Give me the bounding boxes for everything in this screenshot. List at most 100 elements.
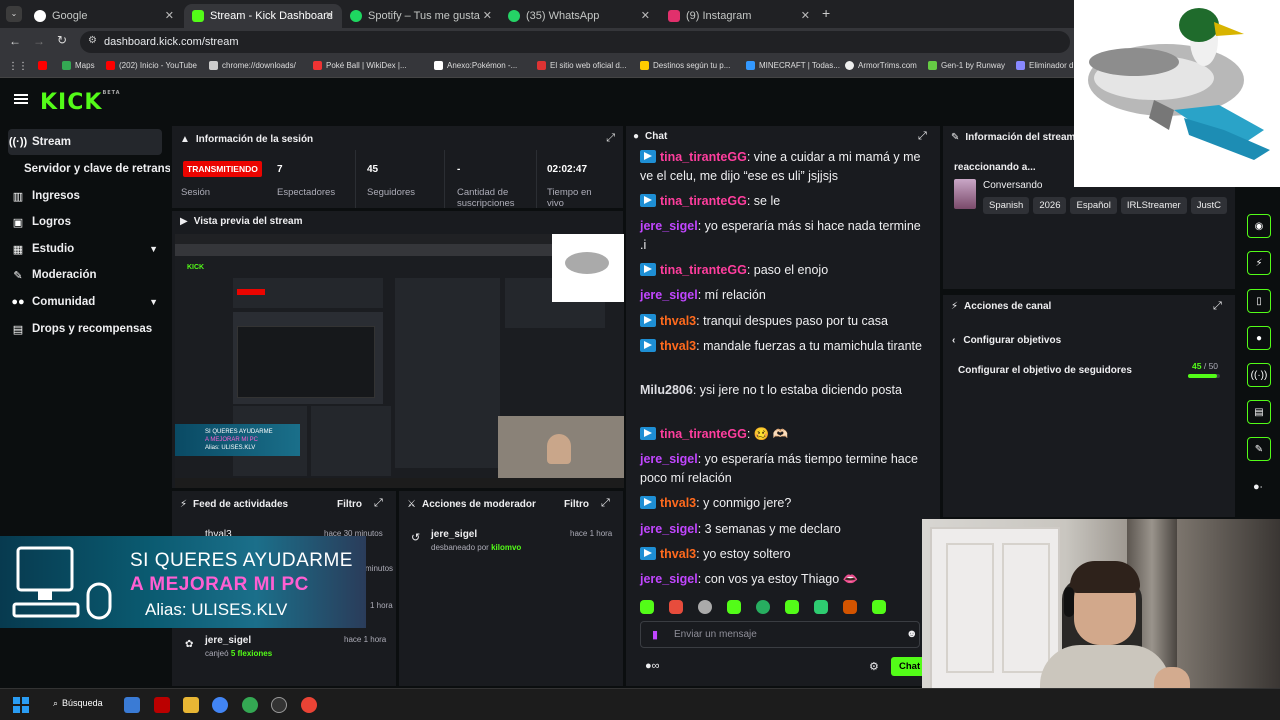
sidebar-item-comunidad[interactable]: ●● Comunidad ▼ xyxy=(8,289,162,315)
mic-icon[interactable]: ▮ xyxy=(652,628,658,641)
chat-send-button[interactable]: Chat xyxy=(891,657,925,676)
chat-username[interactable]: thval3 xyxy=(660,547,696,561)
emote-icon[interactable] xyxy=(669,600,683,614)
expand-icon[interactable]: ⤢ xyxy=(918,130,927,143)
chat-username[interactable]: jere_sigel xyxy=(640,572,698,586)
chat-username[interactable]: thval3 xyxy=(660,496,696,510)
kick-logo[interactable]: KICKBETA xyxy=(40,90,121,115)
feed-filter-button[interactable]: Filtro xyxy=(337,499,362,510)
chrome-icon[interactable] xyxy=(212,697,228,713)
chat-settings-icon[interactable]: ⚙ xyxy=(869,660,879,673)
chat-username[interactable]: Milu2806 xyxy=(640,383,693,397)
goal-label[interactable]: Configurar el objetivo de seguidores xyxy=(958,365,1132,376)
chat-username[interactable]: tina_tiranteGG xyxy=(660,263,747,277)
obs-icon[interactable] xyxy=(271,697,287,713)
bookmark-wikidex[interactable]: Poké Ball | WikiDex |... xyxy=(313,61,407,70)
bookmark-downloads[interactable]: chrome://downloads/ xyxy=(209,61,296,70)
expand-icon[interactable]: ⤢ xyxy=(606,132,615,145)
emote-icon[interactable] xyxy=(843,600,857,614)
chat-username[interactable]: jere_sigel xyxy=(640,452,698,466)
menu-icon[interactable] xyxy=(14,94,28,104)
sidebar-item-ingresos[interactable]: ▥ Ingresos xyxy=(8,183,162,209)
camera-action-icon[interactable]: ◉ xyxy=(1247,214,1271,238)
bookmark-pokemon[interactable]: El sitio web oficial d... xyxy=(537,61,626,70)
sidebar-item-stream[interactable]: ((·)) Stream xyxy=(8,129,162,155)
reload-icon[interactable]: ↻ xyxy=(57,33,67,47)
bookmark-destinos[interactable]: Destinos según tu p... xyxy=(640,61,730,70)
sidebar-item-drops[interactable]: ▤ Drops y recompensas xyxy=(8,316,162,342)
tag[interactable]: JustC xyxy=(1190,197,1227,214)
chat-username[interactable]: tina_tiranteGG xyxy=(660,150,747,164)
emote-icon[interactable] xyxy=(872,600,886,614)
chat-username[interactable]: thval3 xyxy=(660,339,696,353)
folder-icon[interactable] xyxy=(183,697,199,713)
new-tab-button[interactable]: + xyxy=(822,5,830,21)
sidebar-item-logros[interactable]: ▣ Logros xyxy=(8,209,162,235)
emote-icon[interactable] xyxy=(785,600,799,614)
chat-username[interactable]: thval3 xyxy=(660,314,696,328)
sidebar-item-estudio[interactable]: ▦ Estudio ▼ xyxy=(8,236,162,262)
emote-icon[interactable] xyxy=(698,600,712,614)
chat-username[interactable]: tina_tiranteGG xyxy=(660,427,747,441)
close-icon[interactable]: ✕ xyxy=(801,9,810,22)
chat-username[interactable]: jere_sigel xyxy=(640,219,698,233)
wrench-action-icon[interactable]: ✎ xyxy=(1247,437,1271,461)
broadcast-action-icon[interactable]: ((·)) xyxy=(1247,363,1271,387)
back-icon[interactable]: ← xyxy=(9,34,21,48)
browser-tab-spotify[interactable]: Spotify – Tus me gusta ✕ xyxy=(342,4,500,28)
chat-users-icon[interactable]: ●∞ xyxy=(645,660,660,672)
tab-list-icon[interactable]: ⌄ xyxy=(6,6,22,22)
close-icon[interactable]: ✕ xyxy=(641,9,650,22)
bolt-action-icon[interactable]: ⚡ xyxy=(1247,251,1271,275)
browser-tab-kick[interactable]: Stream - Kick Dashboard ✕ xyxy=(184,4,342,28)
expand-icon[interactable]: ⤢ xyxy=(374,497,383,510)
windows-start-icon[interactable] xyxy=(13,697,29,713)
more-icon[interactable]: ●∙ xyxy=(1253,481,1263,493)
chrome-profile-icon[interactable] xyxy=(242,697,258,713)
expand-icon[interactable]: ⤢ xyxy=(601,497,610,510)
emote-icon[interactable] xyxy=(640,600,654,614)
sidebar-item-moderacion[interactable]: ✎ Moderación xyxy=(8,262,162,288)
chat-username[interactable]: tina_tiranteGG xyxy=(660,194,747,208)
apps-icon[interactable]: ⋮⋮ xyxy=(8,61,28,72)
site-info-icon[interactable]: ⚙ xyxy=(88,35,97,46)
chat-action-icon[interactable]: ● xyxy=(1247,326,1271,350)
sidebar-item-servidor[interactable]: Servidor y clave de retransmisión xyxy=(20,156,170,182)
chat-username[interactable]: jere_sigel xyxy=(640,522,698,536)
bookmark-anexo[interactable]: Anexo:Pokémon -... xyxy=(434,61,517,70)
bookmark-youtube-icon[interactable] xyxy=(38,61,47,70)
chrome-alt-icon[interactable] xyxy=(301,697,317,713)
browser-tab-google[interactable]: Google ✕ xyxy=(26,4,182,28)
forward-icon[interactable]: → xyxy=(33,34,45,48)
bookmark-maps[interactable]: Maps xyxy=(62,61,95,70)
chat-input[interactable]: ▮ Enviar un mensaje ☻ xyxy=(640,621,920,648)
taskbar-search[interactable]: ⌕ Búsqueda xyxy=(53,698,103,709)
close-icon[interactable]: ✕ xyxy=(165,9,174,22)
tag[interactable]: Spanish xyxy=(983,197,1030,214)
tag[interactable]: 2026 xyxy=(1033,197,1067,214)
back-button[interactable]: ‹ Configurar objetivos xyxy=(952,335,1061,346)
browser-tab-instagram[interactable]: (9) Instagram ✕ xyxy=(660,4,818,28)
bookmark-runway[interactable]: Gen-1 by Runway xyxy=(928,61,1005,70)
close-icon[interactable]: ✕ xyxy=(325,9,334,22)
emote-icon[interactable] xyxy=(814,600,828,614)
emote-icon[interactable] xyxy=(756,600,770,614)
mod-filter-button[interactable]: Filtro xyxy=(564,499,589,510)
close-icon[interactable]: ✕ xyxy=(483,9,492,22)
bookmark-armortrims[interactable]: ArmorTrims.com xyxy=(845,61,917,70)
taskview-icon[interactable] xyxy=(124,697,140,713)
browser-tab-whatsapp[interactable]: (35) WhatsApp ✕ xyxy=(500,4,658,28)
emoji-icon[interactable]: ☻ xyxy=(906,628,918,640)
url-input[interactable]: ⚙ dashboard.kick.com/stream xyxy=(80,31,1070,53)
clipboard-action-icon[interactable]: ▯ xyxy=(1247,289,1271,313)
bookmark-minecraft[interactable]: MINECRAFT | Todas... xyxy=(746,61,840,70)
printer-action-icon[interactable]: ▤ xyxy=(1247,400,1271,424)
bookmark-youtube[interactable]: (202) Inicio - YouTube xyxy=(106,61,197,70)
emote-icon[interactable] xyxy=(727,600,741,614)
stream-preview-video[interactable]: KICK SI QUERES AYUDARME A MEJORAR MI PC Al… xyxy=(175,234,624,488)
chat-username[interactable]: jere_sigel xyxy=(640,288,698,302)
bookmark-eliminador[interactable]: Eliminador d xyxy=(1016,61,1073,70)
tag[interactable]: IRLStreamer xyxy=(1120,197,1187,214)
netflix-icon[interactable] xyxy=(154,697,170,713)
tag[interactable]: Español xyxy=(1070,197,1117,214)
